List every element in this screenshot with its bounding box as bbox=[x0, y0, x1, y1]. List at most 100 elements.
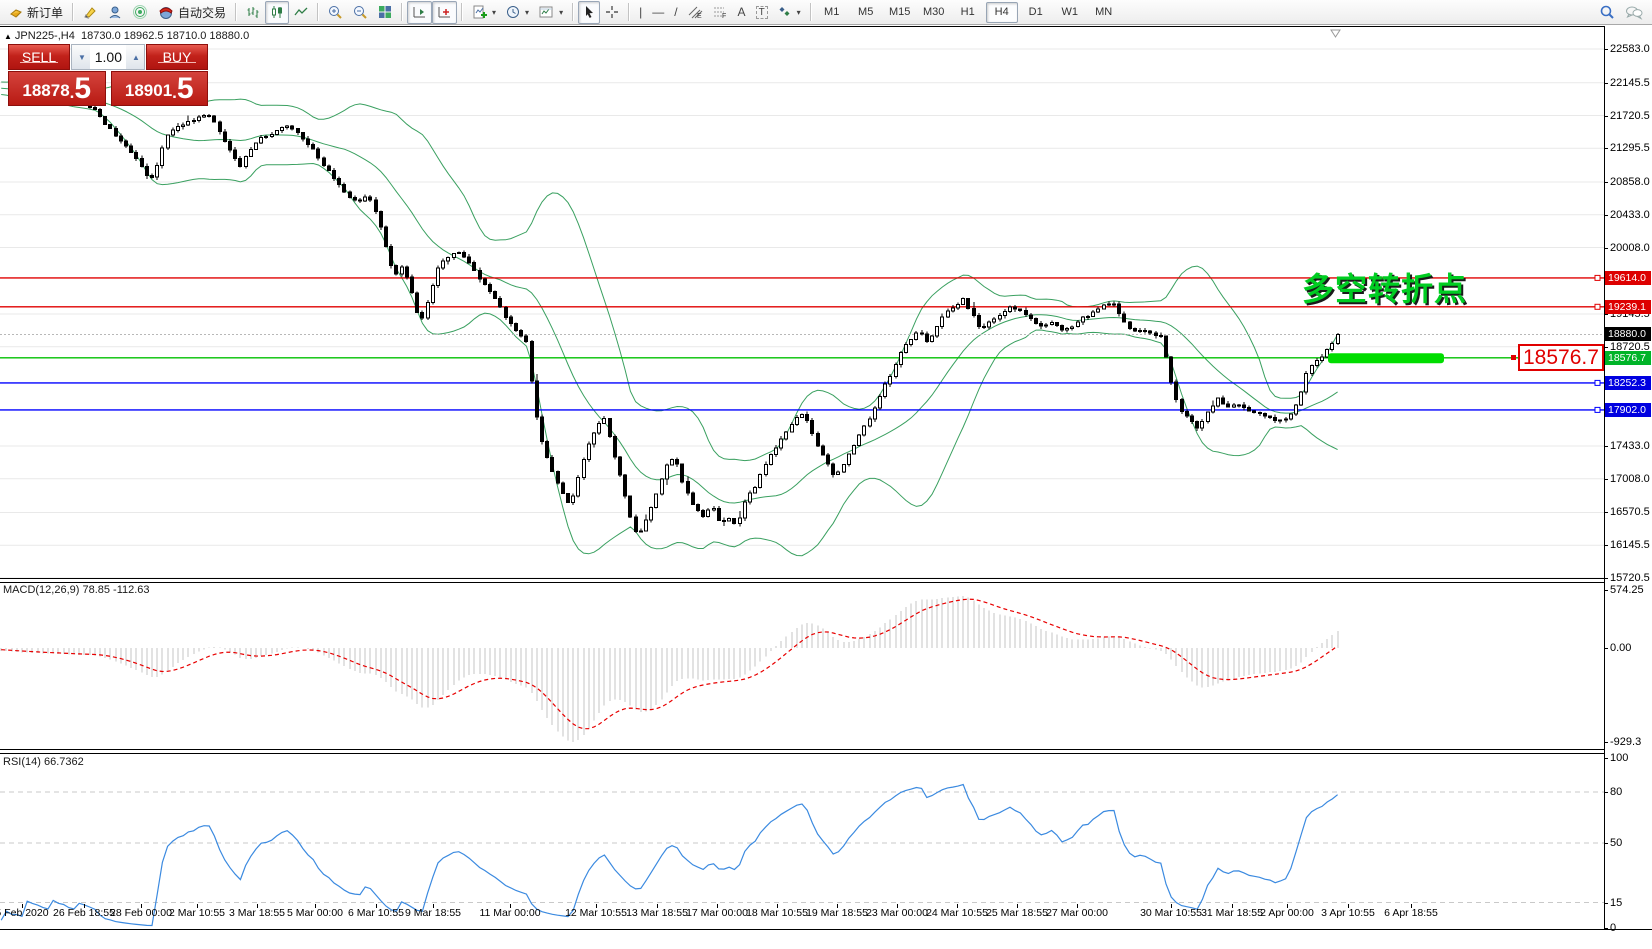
time-axis-label: 6 Mar 10:55 bbox=[348, 907, 404, 919]
timeframe-m15[interactable]: M15 bbox=[884, 2, 916, 23]
auto-trading-button[interactable]: 自动交易 bbox=[153, 1, 231, 24]
timeframe-w1[interactable]: W1 bbox=[1054, 2, 1086, 23]
signal-button[interactable] bbox=[128, 1, 153, 24]
price-axis-tick-label: 16145.5 bbox=[1610, 539, 1650, 551]
text-tool[interactable]: A bbox=[733, 1, 751, 24]
sell-price[interactable]: 18878.5 bbox=[8, 71, 106, 106]
buy-button[interactable]: BUY bbox=[146, 44, 208, 70]
chart-canvas[interactable] bbox=[0, 25, 1652, 930]
rsi-axis-tick-label: 15 bbox=[1610, 897, 1622, 909]
rsi-pane-label: RSI(14) 66.7362 bbox=[3, 756, 84, 768]
buy-price[interactable]: 18901.5 bbox=[111, 71, 209, 106]
chart-shift-button[interactable] bbox=[432, 1, 457, 24]
collapse-trade-panel-icon[interactable]: ▲ bbox=[4, 32, 12, 41]
price-axis-tickmark bbox=[1604, 148, 1608, 149]
sell-button[interactable]: SELL bbox=[8, 44, 70, 70]
arrows-tool[interactable]: ▾ bbox=[773, 1, 806, 24]
macd-signal-line bbox=[1, 599, 1337, 729]
macd-rsi-divider[interactable] bbox=[0, 749, 1604, 754]
cursor-button[interactable] bbox=[578, 1, 600, 24]
text-label-tool[interactable]: T bbox=[751, 1, 773, 24]
time-axis-label: 17 Mar 00:00 bbox=[686, 907, 748, 919]
periods-button[interactable]: ▾ bbox=[501, 1, 534, 24]
price-axis-tickmark bbox=[1604, 314, 1608, 315]
new-order-icon bbox=[9, 5, 23, 19]
chart-ohlc-values: 18730.0 18962.5 18710.0 18880.0 bbox=[81, 30, 249, 42]
chart-stage: ▲JPN225-,H4 18730.0 18962.5 18710.0 1888… bbox=[0, 25, 1652, 949]
time-axis-label: 30 Mar 10:55 bbox=[1140, 907, 1202, 919]
timeframe-h4[interactable]: H4 bbox=[986, 2, 1018, 23]
fibonacci-tool[interactable]: F bbox=[708, 1, 733, 24]
price-axis-tick-label: 20433.0 bbox=[1610, 209, 1650, 221]
volume-up-button[interactable]: ▲ bbox=[126, 45, 144, 69]
highlighter-button[interactable] bbox=[78, 1, 103, 24]
price-axis-tickmark bbox=[1604, 116, 1608, 117]
time-axis-label: 27 Mar 00:00 bbox=[1046, 907, 1108, 919]
time-axis-label: 23 Mar 00:00 bbox=[866, 907, 928, 919]
level-price-badge: 18252.3 bbox=[1605, 376, 1651, 390]
rsi-axis-tick-label: 50 bbox=[1610, 837, 1622, 849]
caret-down-icon: ▾ bbox=[492, 8, 496, 17]
crosshair-button[interactable] bbox=[600, 1, 624, 24]
price-axis-tick-label: 20858.0 bbox=[1610, 176, 1650, 188]
bar-chart-button[interactable] bbox=[241, 1, 265, 24]
volume-input[interactable] bbox=[90, 45, 126, 69]
price-axis-tickmark bbox=[1604, 446, 1608, 447]
chat-button[interactable] bbox=[1620, 1, 1648, 24]
price-axis-tickmark bbox=[1604, 215, 1608, 216]
price-axis-tickmark bbox=[1604, 49, 1608, 50]
price-axis-tickmark bbox=[1604, 248, 1608, 249]
channel-tool[interactable]: E bbox=[683, 1, 708, 24]
timeframe-m1[interactable]: M1 bbox=[816, 2, 848, 23]
bollinger-middle bbox=[1, 88, 1337, 503]
level-price-badge: 19239.1 bbox=[1605, 300, 1651, 314]
chart-title: JPN225-,H4 bbox=[15, 30, 75, 42]
timeframe-m30[interactable]: M30 bbox=[918, 2, 950, 23]
zoom-out-button[interactable] bbox=[348, 1, 373, 24]
horizontal-line-tool[interactable]: — bbox=[647, 1, 669, 24]
price-level-anchor-square[interactable] bbox=[1511, 355, 1516, 360]
time-axis-label: 9 Mar 18:55 bbox=[405, 907, 461, 919]
time-axis-label: 3 Apr 10:55 bbox=[1321, 907, 1375, 919]
arrows-icon bbox=[778, 5, 792, 19]
macd-axis-tick-label: 574.25 bbox=[1610, 584, 1644, 596]
main-macd-divider[interactable] bbox=[0, 578, 1604, 583]
timeframe-group: M1M5M15M30H1H4D1W1MN bbox=[816, 2, 1120, 23]
timeframe-d1[interactable]: D1 bbox=[1020, 2, 1052, 23]
highlight-bar[interactable] bbox=[1328, 353, 1444, 363]
tile-windows-button[interactable] bbox=[373, 1, 397, 24]
chart-shift-marker[interactable] bbox=[1330, 29, 1342, 38]
auto-scroll-button[interactable] bbox=[407, 1, 432, 24]
level-endpoint-marker bbox=[1595, 304, 1600, 309]
price-axis-tick-label: 17433.0 bbox=[1610, 440, 1650, 452]
timeframe-h1[interactable]: H1 bbox=[952, 2, 984, 23]
macd-axis-tickmark bbox=[1604, 742, 1608, 743]
volume-down-button[interactable]: ▼ bbox=[72, 45, 90, 69]
toolbar-separator bbox=[628, 3, 630, 21]
one-click-trade-panel: SELL ▼ ▲ BUY 18878.5 18901.5 bbox=[8, 44, 208, 106]
zoom-in-button[interactable] bbox=[323, 1, 348, 24]
timeframe-m5[interactable]: M5 bbox=[850, 2, 882, 23]
time-axis-label: 11 Mar 00:00 bbox=[479, 907, 540, 919]
price-level-label-box[interactable]: 18576.7 bbox=[1518, 344, 1604, 371]
templates-button[interactable]: ▾ bbox=[534, 1, 568, 24]
auto-trading-icon bbox=[158, 5, 174, 19]
line-chart-button[interactable] bbox=[289, 1, 313, 24]
caret-down-icon: ▾ bbox=[797, 8, 801, 17]
time-axis-label: 28 Feb 00:00 bbox=[110, 907, 172, 919]
search-button[interactable] bbox=[1594, 1, 1620, 24]
main-gridlines bbox=[0, 49, 1604, 578]
trendline-tool[interactable]: / bbox=[669, 1, 682, 24]
price-axis-tickmark bbox=[1604, 545, 1608, 546]
profile-button[interactable] bbox=[103, 1, 128, 24]
toolbar-separator bbox=[810, 3, 812, 21]
indicators-button[interactable]: ▾ bbox=[467, 1, 501, 24]
level-endpoint-marker bbox=[1595, 380, 1600, 385]
candlestick-chart-button[interactable] bbox=[265, 1, 289, 24]
price-axis-tickmark bbox=[1604, 83, 1608, 84]
vertical-line-tool[interactable]: | bbox=[634, 1, 647, 24]
time-axis-label: 6 Apr 18:55 bbox=[1384, 907, 1438, 919]
zoom-out-icon bbox=[353, 5, 368, 19]
new-order-button[interactable]: 新订单 bbox=[4, 1, 68, 24]
timeframe-mn[interactable]: MN bbox=[1088, 2, 1120, 23]
